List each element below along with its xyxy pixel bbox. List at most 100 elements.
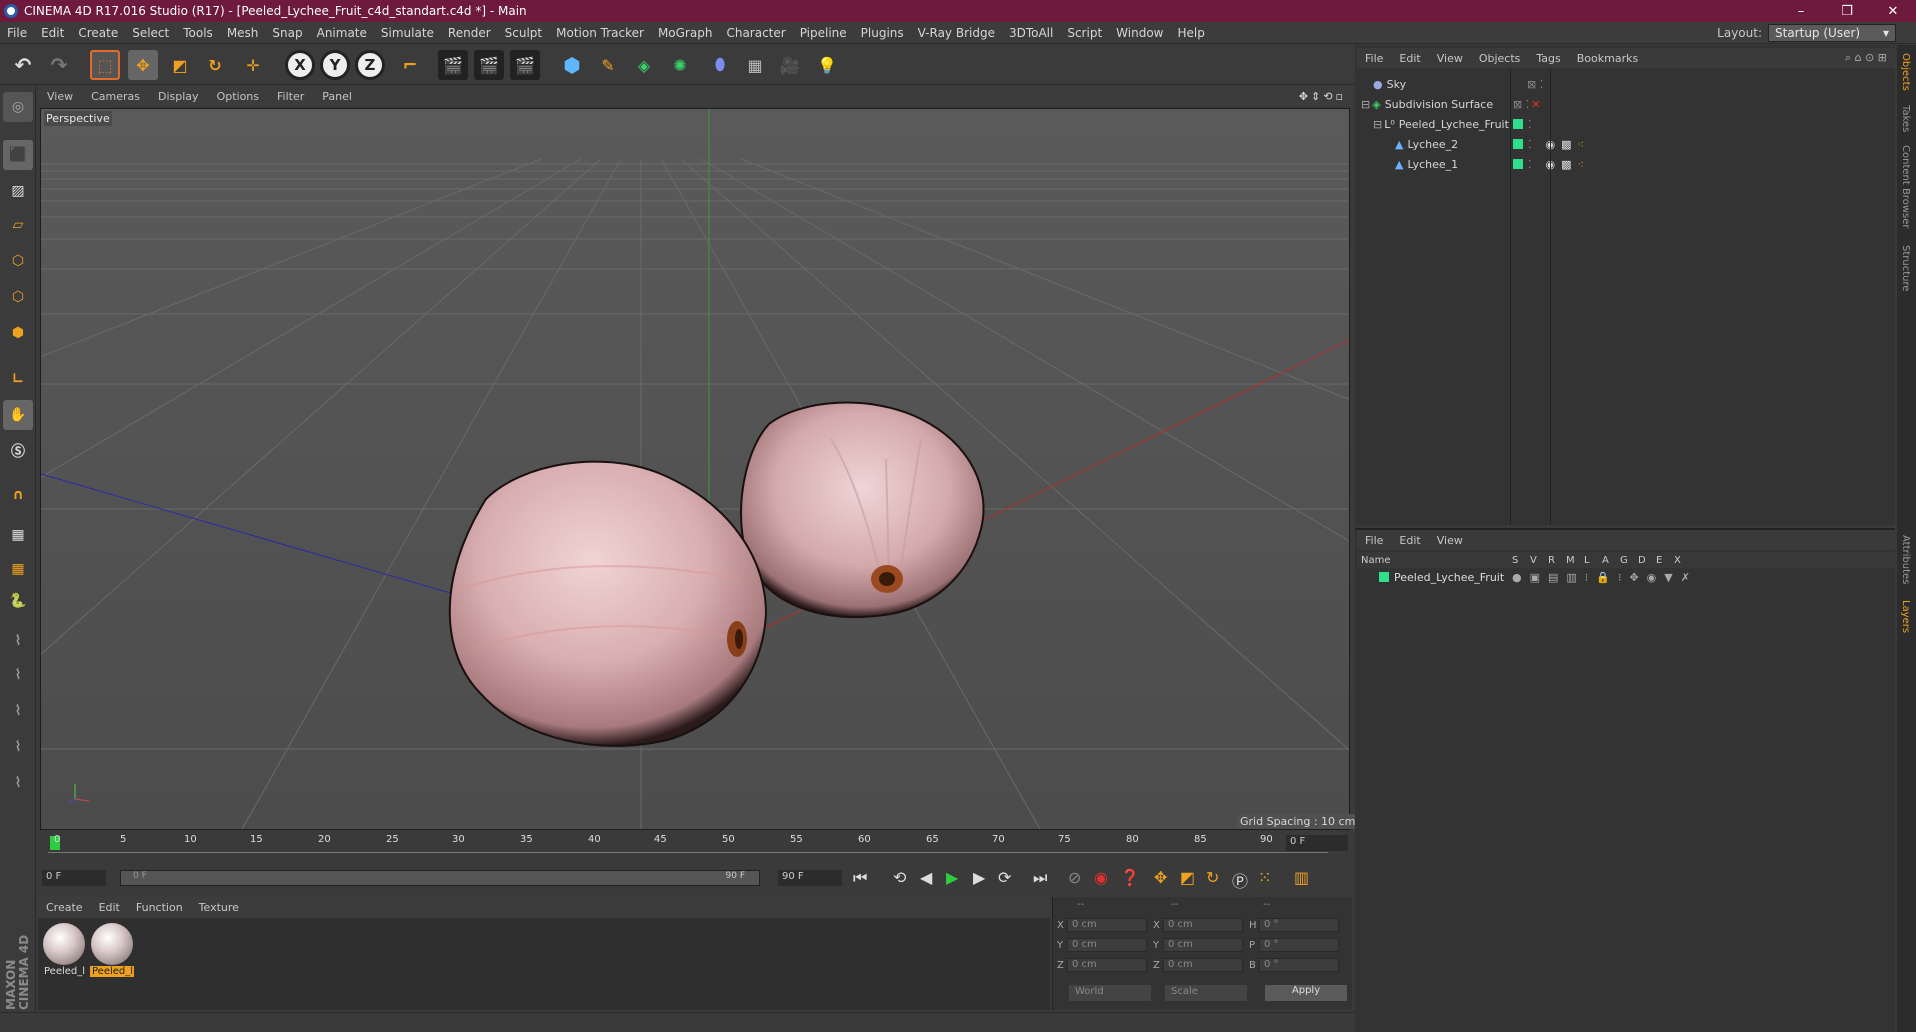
points-mode-icon[interactable]: ⬡ <box>3 246 33 276</box>
key-parameter-icon[interactable]: Ⓟ <box>1232 868 1248 892</box>
objects-menu-objects[interactable]: Objects <box>1471 52 1529 65</box>
collapse-icon[interactable]: ⊟ <box>1373 118 1382 131</box>
objects-menu-edit[interactable]: Edit <box>1391 52 1428 65</box>
minimize-button[interactable]: – <box>1778 4 1824 19</box>
visibility-icon[interactable]: ⁚ <box>1528 118 1532 131</box>
sculpt-tool-2-icon[interactable]: ⌇ <box>3 660 33 690</box>
object-row-lychee-1[interactable]: ▲ Lychee_1 ⁚ ◉ ▩ ⁖ <box>1357 154 1895 174</box>
previous-key-icon[interactable]: ⟲ <box>893 868 906 887</box>
viewport-menu-cameras[interactable]: Cameras <box>82 90 149 103</box>
menu-snap[interactable]: Snap <box>265 26 309 40</box>
menu-mograph[interactable]: MoGraph <box>651 26 720 40</box>
sculpt-tool-4-icon[interactable]: ⌇ <box>3 732 33 762</box>
close-button[interactable]: ✕ <box>1870 4 1916 19</box>
undo-icon[interactable]: ↶ <box>8 50 38 80</box>
layers-menu-edit[interactable]: Edit <box>1391 534 1428 547</box>
viewport-navigation-icon[interactable]: ✥⇕⟲▫ <box>1290 90 1352 103</box>
tab-layers[interactable]: Layers <box>1900 600 1911 633</box>
subdivision-icon[interactable]: ◈ <box>629 50 659 80</box>
menu-mesh[interactable]: Mesh <box>220 26 266 40</box>
next-frame-icon[interactable]: ▶ <box>973 868 985 887</box>
edges-mode-icon[interactable]: ⬡ <box>3 282 33 312</box>
menu-help[interactable]: Help <box>1170 26 1211 40</box>
menu-tools[interactable]: Tools <box>176 26 220 40</box>
layer-color-swatch[interactable] <box>1379 572 1389 582</box>
menu-window[interactable]: Window <box>1109 26 1170 40</box>
planar-workplane-icon[interactable]: ▦ <box>3 554 33 584</box>
pen-spline-icon[interactable]: ✎ <box>593 50 623 80</box>
tab-takes[interactable]: Takes <box>1900 105 1911 132</box>
menu-file[interactable]: File <box>0 26 34 40</box>
viewport-menu-filter[interactable]: Filter <box>268 90 313 103</box>
record-keys-icon[interactable]: ⊘ <box>1068 868 1081 887</box>
texture-tag-icon[interactable]: ▩ <box>1561 158 1571 171</box>
render-picture-viewer-icon[interactable]: 🎬 <box>474 50 504 80</box>
workplane-icon[interactable]: ▱ <box>3 210 33 240</box>
menu-sculpt[interactable]: Sculpt <box>498 26 549 40</box>
x-axis-lock-button[interactable]: X <box>285 50 315 80</box>
polygons-mode-icon[interactable]: ⬢ <box>3 318 33 348</box>
workplane-lock-icon[interactable]: ▦ <box>3 520 33 550</box>
viewport-menu-panel[interactable]: Panel <box>313 90 361 103</box>
rotate-icon[interactable]: ↻ <box>200 50 230 80</box>
position-y-field[interactable]: 0 cm <box>1067 938 1147 952</box>
floor-icon[interactable]: ▦ <box>740 50 770 80</box>
menu-select[interactable]: Select <box>125 26 176 40</box>
model-mode-icon[interactable]: ⬛ <box>3 140 33 170</box>
tab-structure[interactable]: Structure <box>1900 245 1911 292</box>
rotation-h-field[interactable]: 0 ° <box>1259 918 1339 932</box>
maximize-button[interactable]: ❐ <box>1824 4 1870 19</box>
menu-animate[interactable]: Animate <box>310 26 374 40</box>
deformer-icon[interactable]: ⬮ <box>705 50 735 80</box>
menu-simulate[interactable]: Simulate <box>374 26 441 40</box>
menu-pipeline[interactable]: Pipeline <box>793 26 854 40</box>
menu-character[interactable]: Character <box>719 26 792 40</box>
scale-dropdown[interactable]: Scale <box>1165 985 1247 1001</box>
objects-menu-file[interactable]: File <box>1357 52 1391 65</box>
material-menu-edit[interactable]: Edit <box>91 901 128 914</box>
transform-icon[interactable]: ✛ <box>238 50 268 80</box>
sculpt-tool-5-icon[interactable]: ⌇ <box>3 768 33 798</box>
menu-plugins[interactable]: Plugins <box>854 26 911 40</box>
layer-color-swatch[interactable] <box>1513 119 1523 129</box>
position-z-field[interactable]: 0 cm <box>1067 958 1147 972</box>
render-settings-icon[interactable]: 🎬 <box>510 50 540 80</box>
cube-icon[interactable]: ⬢ <box>557 50 587 80</box>
material-menu-create[interactable]: Create <box>38 901 91 914</box>
snap-magnet-icon[interactable]: ∩ <box>3 480 33 510</box>
tab-attributes[interactable]: Attributes <box>1900 535 1911 584</box>
texture-mode-icon[interactable]: ▨ <box>3 176 33 206</box>
tab-content-browser[interactable]: Content Browser <box>1900 145 1911 228</box>
rotation-b-field[interactable]: 0 ° <box>1259 958 1339 972</box>
end-frame-field[interactable]: 90 F <box>778 870 842 886</box>
viewport-menu-view[interactable]: View <box>38 90 82 103</box>
mograph-cloner-icon[interactable]: ✺ <box>665 50 695 80</box>
menu-script[interactable]: Script <box>1060 26 1109 40</box>
tweak-mode-icon[interactable]: ✋ <box>3 400 33 430</box>
layer-flags-icon[interactable]: ●▣▤▥⁝🔒⁝✥◉▼✗ <box>1512 571 1698 584</box>
visibility-icon[interactable]: ⁚ <box>1528 158 1532 171</box>
layers-menu-file[interactable]: File <box>1357 534 1391 547</box>
lychee-2-mesh[interactable] <box>740 401 985 618</box>
perspective-viewport[interactable] <box>40 108 1350 830</box>
play-icon[interactable]: ▶ <box>946 868 958 887</box>
menu-motion-tracker[interactable]: Motion Tracker <box>549 26 651 40</box>
uvw-tag-icon[interactable]: ⁖ <box>1578 138 1584 151</box>
menu-vray-bridge[interactable]: V-Ray Bridge <box>911 26 1002 40</box>
y-axis-lock-button[interactable]: Y <box>320 50 350 80</box>
redo-icon[interactable]: ↷ <box>44 50 74 80</box>
size-y-field[interactable]: 0 cm <box>1163 938 1243 952</box>
layer-row[interactable]: Peeled_Lychee_Fruit ●▣▤▥⁝🔒⁝✥◉▼✗ <box>1357 568 1895 586</box>
python-icon[interactable]: 🐍 <box>3 586 33 616</box>
visibility-icon[interactable]: ⁚ <box>1528 138 1532 151</box>
light-icon[interactable]: 💡 <box>812 50 842 80</box>
layers-menu-view[interactable]: View <box>1429 534 1471 547</box>
render-view-icon[interactable]: 🎬 <box>438 50 468 80</box>
material-swatch[interactable]: Peeled_l <box>42 922 86 980</box>
viewport-menu-options[interactable]: Options <box>208 90 268 103</box>
apply-button[interactable]: Apply <box>1265 985 1347 1001</box>
axis-mode-icon[interactable]: ∟ <box>3 364 33 394</box>
menu-create[interactable]: Create <box>71 26 125 40</box>
objects-menu-view[interactable]: View <box>1429 52 1471 65</box>
current-frame-field[interactable]: 0 F <box>1286 835 1348 851</box>
